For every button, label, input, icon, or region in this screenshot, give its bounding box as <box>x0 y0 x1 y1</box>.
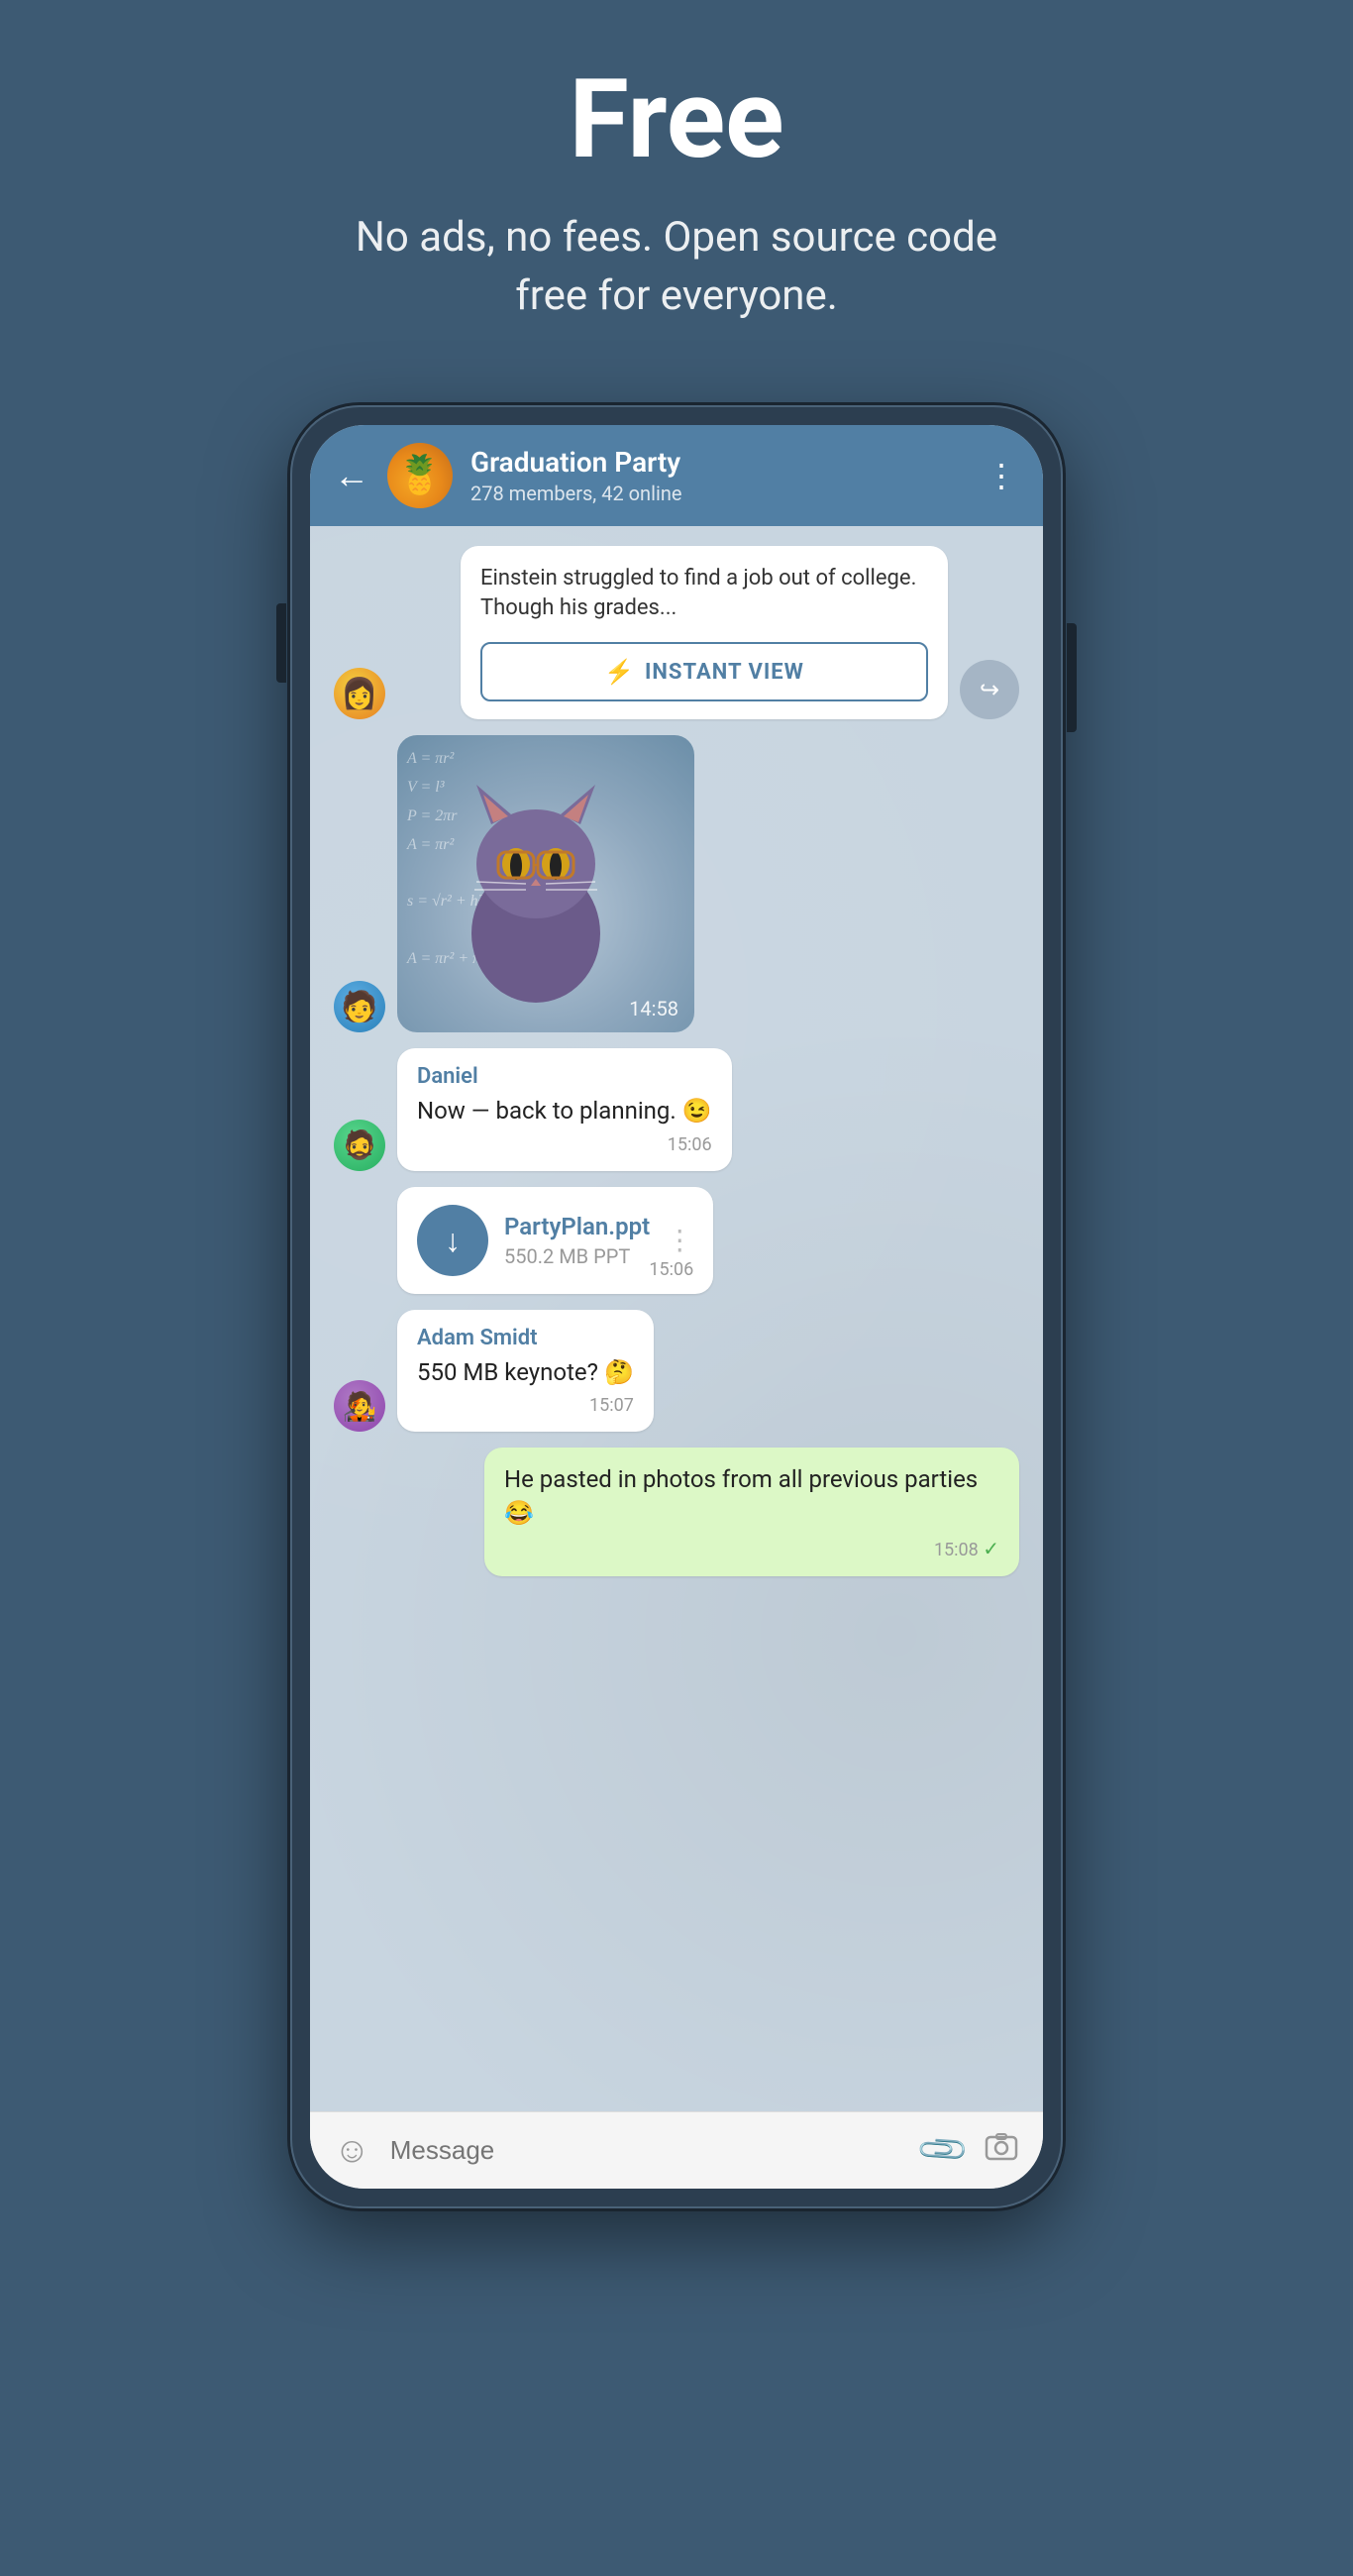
attach-button[interactable]: 📎 <box>914 2121 972 2179</box>
avatar-guy2: 🧔 <box>334 1120 385 1171</box>
header-menu-button[interactable]: ⋮ <box>986 457 1019 494</box>
daniel-bubble: Daniel Now — back to planning. 😉 15:06 <box>397 1048 732 1171</box>
avatar-adam: 🧑‍🎤 <box>334 1380 385 1432</box>
self-text: He pasted in photos from all previous pa… <box>504 1463 999 1530</box>
sender-daniel: Daniel <box>417 1064 712 1089</box>
daniel-msg-row: 🧔 Daniel Now — back to planning. 😉 15:06 <box>334 1048 1019 1171</box>
cat-sticker <box>437 765 635 1013</box>
sticker-row: 🧑 A = πr²V = l³P = 2πrA = πr²s = √r² + h… <box>334 735 1019 1032</box>
share-button[interactable]: ↪ <box>960 660 1019 719</box>
file-name: PartyPlan.ppt <box>504 1213 650 1240</box>
file-info: PartyPlan.ppt 550.2 MB PPT <box>504 1213 650 1268</box>
chat-body: 👩 Einstein struggled to find a job out o… <box>310 526 1043 2111</box>
chat-header: ← Graduation Party 278 members, 42 onlin… <box>310 425 1043 526</box>
avatar-girl: 👩 <box>334 668 385 719</box>
share-icon: ↪ <box>980 676 999 703</box>
self-time: 15:08 ✓ <box>504 1537 999 1560</box>
back-button[interactable]: ← <box>334 455 369 496</box>
self-msg-row: He pasted in photos from all previous pa… <box>334 1448 1019 1575</box>
daniel-time: 15:06 <box>417 1134 712 1155</box>
instant-view-button[interactable]: ⚡ INSTANT VIEW <box>480 642 928 701</box>
file-size: 550.2 MB PPT <box>504 1244 650 1268</box>
chat-input-bar: ☺ 📎 <box>310 2111 1043 2189</box>
article-text: Einstein struggled to find a job out of … <box>461 546 948 643</box>
adam-time: 15:07 <box>417 1395 634 1416</box>
daniel-text: Now — back to planning. 😉 <box>417 1095 712 1128</box>
download-button[interactable]: ↓ <box>417 1205 488 1276</box>
lightning-icon: ⚡ <box>604 658 635 686</box>
instant-view-label: INSTANT VIEW <box>645 660 804 685</box>
file-time: 15:06 <box>649 1259 693 1280</box>
sender-adam: Adam Smidt <box>417 1326 634 1350</box>
page-wrapper: Free No ads, no fees. Open source code f… <box>0 59 1353 2208</box>
group-avatar <box>387 443 453 508</box>
adam-bubble: Adam Smidt 550 MB keynote? 🤔 15:07 <box>397 1310 654 1433</box>
sticker-time: 14:58 <box>629 997 678 1020</box>
read-check-icon: ✓ <box>983 1537 999 1560</box>
emoji-button[interactable]: ☺ <box>334 2129 370 2171</box>
header-info: Graduation Party 278 members, 42 online <box>470 446 968 505</box>
file-bubble: ↓ PartyPlan.ppt 550.2 MB PPT ⋮ 15:06 <box>397 1187 713 1294</box>
self-bubble: He pasted in photos from all previous pa… <box>484 1448 1019 1575</box>
adam-text: 550 MB keynote? 🤔 <box>417 1356 634 1390</box>
sticker-bubble: A = πr²V = l³P = 2πrA = πr²s = √r² + h²A… <box>397 735 694 1032</box>
file-msg-row: ↓ PartyPlan.ppt 550.2 MB PPT ⋮ 15:06 <box>334 1187 1019 1294</box>
download-icon: ↓ <box>445 1222 461 1259</box>
avatar-guy1: 🧑 <box>334 981 385 1032</box>
file-menu-button[interactable]: ⋮ <box>666 1224 693 1256</box>
camera-button[interactable] <box>984 2128 1019 2173</box>
phone-inner: ← Graduation Party 278 members, 42 onlin… <box>310 425 1043 2189</box>
message-input[interactable] <box>390 2135 902 2166</box>
adam-msg-row: 🧑‍🎤 Adam Smidt 550 MB keynote? 🤔 15:07 <box>334 1310 1019 1433</box>
hero-subtitle: No ads, no fees. Open source code free f… <box>330 209 1023 326</box>
msg-row: 👩 Einstein struggled to find a job out o… <box>334 546 1019 720</box>
phone-frame: ← Graduation Party 278 members, 42 onlin… <box>290 405 1063 2208</box>
group-status: 278 members, 42 online <box>470 482 968 505</box>
article-bubble: Einstein struggled to find a job out of … <box>461 546 948 720</box>
hero-title: Free <box>569 59 783 179</box>
group-name: Graduation Party <box>470 446 968 479</box>
